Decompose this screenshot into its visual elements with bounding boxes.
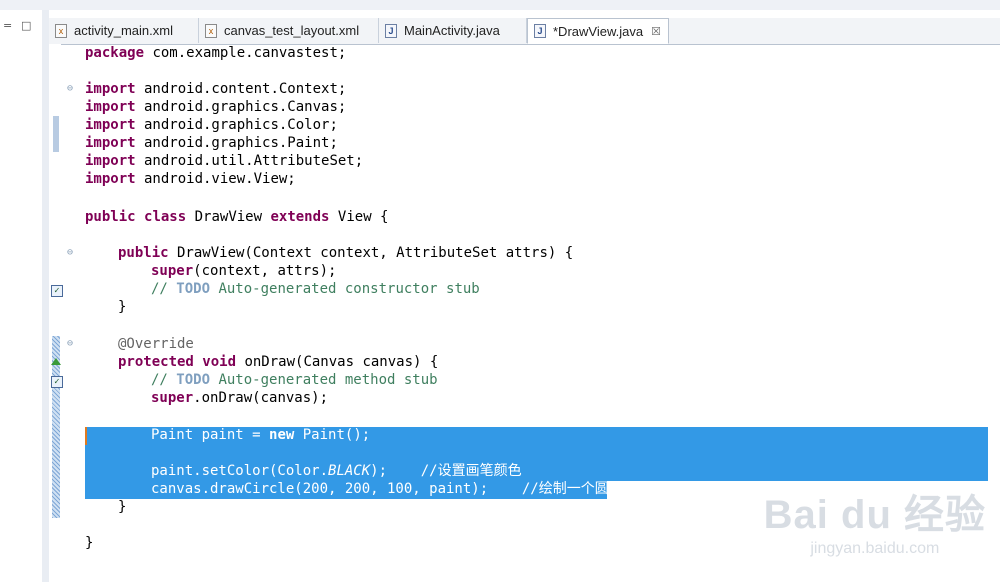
code-line: canvas.drawCircle(200, 200, 100, paint);… [151, 481, 609, 497]
task-icon[interactable]: ✓ [51, 285, 63, 297]
xml-file-icon: x [55, 23, 67, 38]
code-editor[interactable]: x activity_main.xml x canvas_test_layout… [49, 10, 1000, 582]
code-line: import android.content.Context; [85, 81, 347, 97]
code-line: Paint paint = new Paint(); [151, 427, 371, 443]
code-line: super.onDraw(canvas); [151, 390, 329, 406]
code-line: import android.util.AttributeSet; [85, 153, 364, 169]
code-line: @Override [118, 336, 194, 352]
tab-mainactivity-java[interactable]: J MainActivity.java [379, 18, 527, 43]
code-line: } [118, 499, 127, 515]
code-line: } [85, 535, 94, 551]
collapse-icon[interactable]: ⊖ [65, 248, 75, 258]
java-file-icon: J [385, 23, 397, 38]
code-line: import android.view.View; [85, 171, 296, 187]
tab-drawview-java[interactable]: J *DrawView.java ☒ [527, 18, 669, 44]
tab-label: activity_main.xml [74, 23, 173, 38]
folding-ruler: ⊖ ⊖ ⊖ [63, 44, 83, 582]
maximize-icon[interactable]: □ [21, 19, 31, 32]
code-line: import android.graphics.Paint; [85, 135, 338, 151]
collapse-icon[interactable]: ⊖ [65, 84, 75, 94]
pane-sash[interactable] [42, 10, 49, 582]
override-icon[interactable] [51, 358, 61, 365]
tab-canvas-test-layout-xml[interactable]: x canvas_test_layout.xml [199, 18, 379, 43]
code-line: } [118, 299, 127, 315]
code-line: package com.example.canvastest; [85, 45, 347, 61]
tab-label: canvas_test_layout.xml [224, 23, 360, 38]
watermark-url: jingyan.baidu.com [810, 540, 940, 557]
collapse-icon[interactable]: ⊖ [65, 339, 75, 349]
annotation-ruler: ✓ ✓ [49, 44, 63, 582]
code-line: import android.graphics.Color; [85, 117, 338, 133]
tab-activity-main-xml[interactable]: x activity_main.xml [49, 18, 199, 43]
task-icon[interactable]: ✓ [51, 376, 63, 388]
code-line: public class DrawView extends View { [85, 209, 389, 225]
code-line: import android.graphics.Canvas; [85, 99, 347, 115]
code-line: super(context, attrs); [151, 263, 337, 279]
baidu-watermark: Bai du 经验 jingyan.baidu.com [764, 482, 986, 558]
code-line: // TODO Auto-generated constructor stub [151, 281, 480, 297]
xml-file-icon: x [205, 23, 217, 38]
code-line: paint.setColor(Color.BLACK); //设置画笔颜色 [151, 463, 522, 479]
left-view-pane: = □ [0, 10, 43, 582]
tab-label: MainActivity.java [404, 23, 500, 38]
tab-label: *DrawView.java [553, 23, 644, 39]
watermark-logo-text: Bai du 经验 [763, 493, 986, 537]
code-line: public DrawView(Context context, Attribu… [118, 245, 574, 261]
change-marker [53, 116, 59, 152]
editor-tab-bar: x activity_main.xml x canvas_test_layout… [49, 18, 1000, 45]
code-line: // TODO Auto-generated method stub [151, 372, 438, 388]
minimize-icon[interactable]: = [3, 19, 12, 32]
code-line: protected void onDraw(Canvas canvas) { [118, 354, 439, 370]
java-file-icon: J [534, 24, 546, 38]
close-icon[interactable]: ☒ [651, 25, 661, 38]
